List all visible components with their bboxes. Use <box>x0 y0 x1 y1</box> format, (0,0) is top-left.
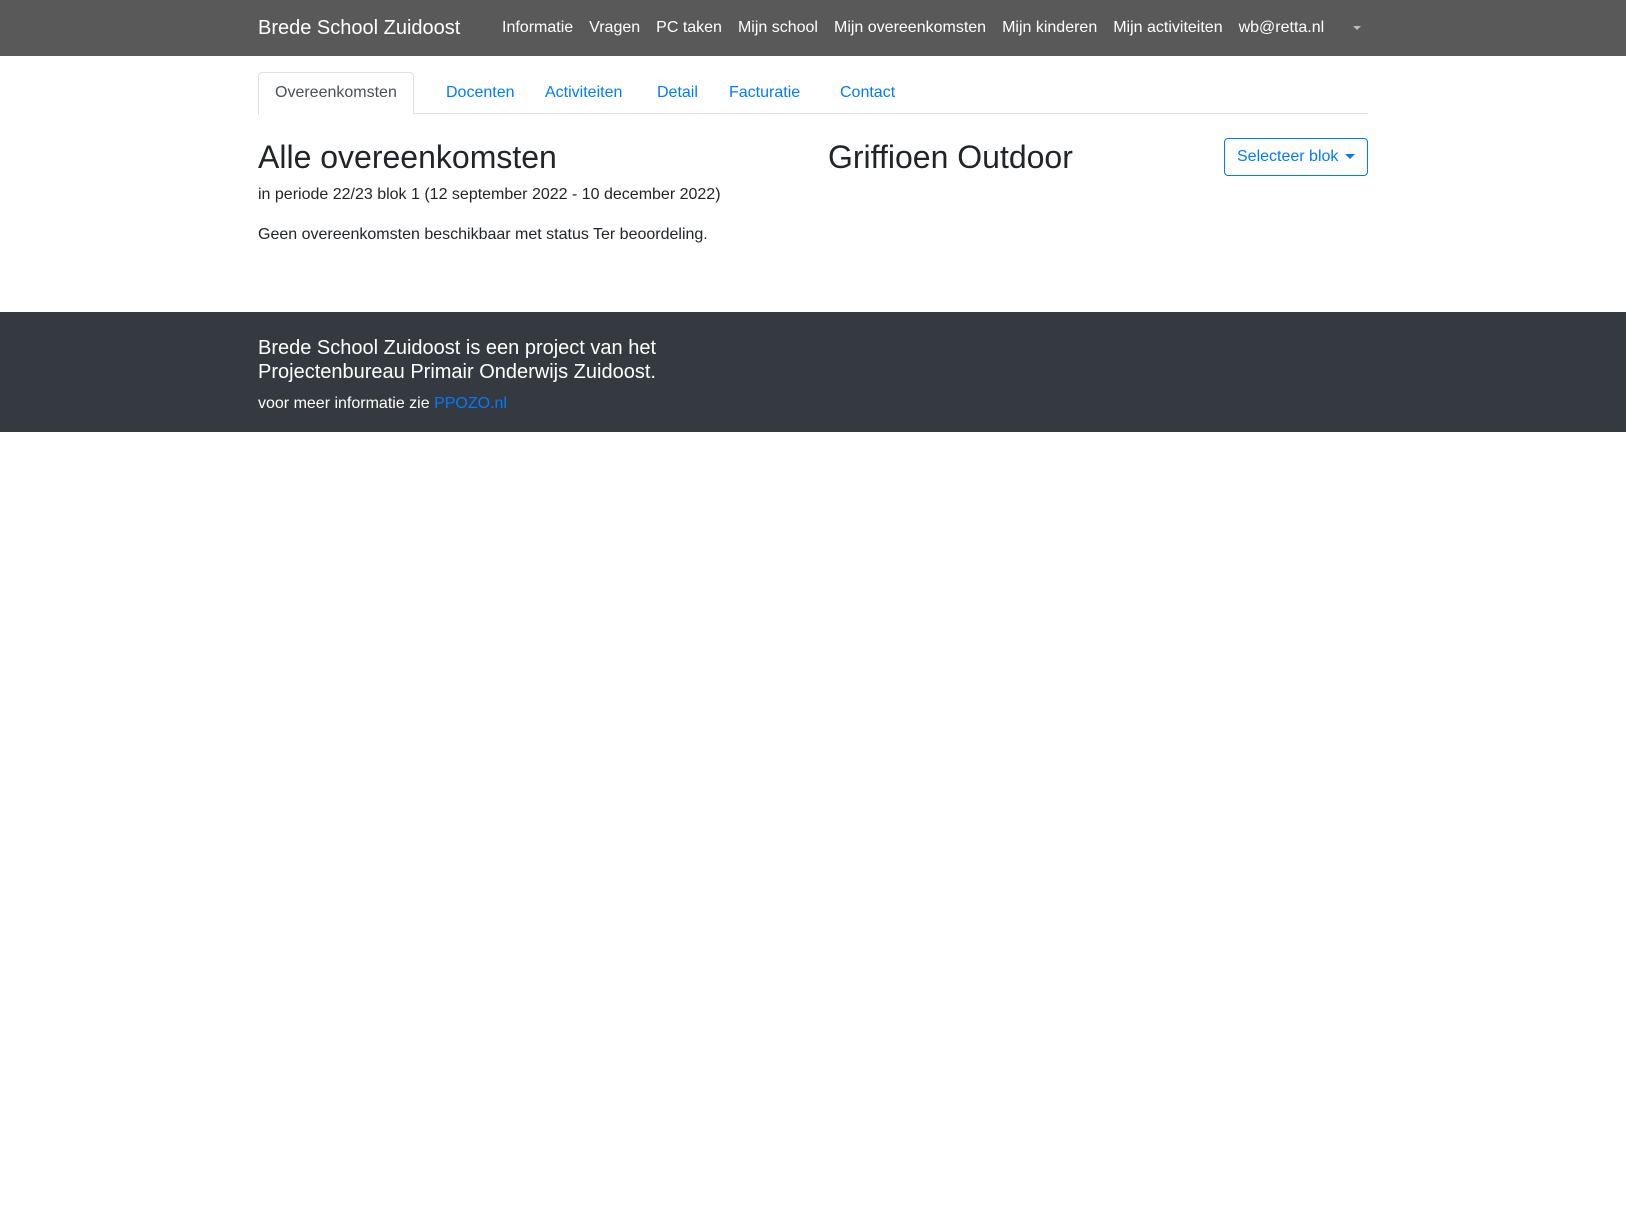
period-text: in periode 22/23 blok 1 (12 september 20… <box>258 186 721 203</box>
tab-bar: Overeenkomsten Docenten Activiteiten Det… <box>258 72 1368 115</box>
tab-facturatie[interactable]: Facturatie <box>713 72 816 114</box>
tab-activiteiten[interactable]: Activiteiten <box>529 72 638 114</box>
nav-item-vragen[interactable]: Vragen <box>581 16 648 40</box>
page-title: Alle overeenkomsten <box>258 139 557 175</box>
empty-state-message: Geen overeenkomsten beschikbaar met stat… <box>258 226 708 243</box>
footer-more-prefix: voor meer informatie zie <box>258 395 430 412</box>
nav-item-mijn-activiteiten[interactable]: Mijn activiteiten <box>1105 16 1230 40</box>
top-navbar: Brede School Zuidoost Informatie Vragen … <box>0 0 1626 56</box>
select-block-button[interactable]: Selecteer blok <box>1224 138 1368 176</box>
ppozo-link[interactable]: PPOZO.nl <box>434 395 507 412</box>
nav-item-mijn-kinderen[interactable]: Mijn kinderen <box>994 16 1105 40</box>
tab-detail[interactable]: Detail <box>641 72 714 114</box>
tab-contact[interactable]: Contact <box>824 72 911 114</box>
footer-tagline-2: Projectenbureau Primair Onderwijs Zuidoo… <box>258 361 656 383</box>
nav-item-informatie[interactable]: Informatie <box>494 16 581 40</box>
chevron-down-icon <box>1345 154 1355 160</box>
organization-title: Griffioen Outdoor <box>828 139 1073 175</box>
footer-tagline-1: Brede School Zuidoost is een project van… <box>258 337 657 359</box>
tab-overeenkomsten[interactable]: Overeenkomsten <box>258 72 414 115</box>
tab-docenten[interactable]: Docenten <box>430 72 531 114</box>
footer-more-info: voor meer informatie zie PPOZO.nl <box>258 394 507 414</box>
nav-item-mijn-overeenkomsten[interactable]: Mijn overeenkomsten <box>826 16 994 40</box>
brand-link[interactable]: Brede School Zuidoost <box>258 16 460 40</box>
nav-item-pc-taken[interactable]: PC taken <box>648 16 730 40</box>
nav-links: Informatie Vragen PC taken Mijn school M… <box>494 16 1332 40</box>
site-footer: Brede School Zuidoost is een project van… <box>0 312 1626 432</box>
nav-item-mijn-school[interactable]: Mijn school <box>730 16 826 40</box>
caret-down-icon[interactable] <box>1349 20 1365 36</box>
nav-item-user-email[interactable]: wb@retta.nl <box>1231 16 1333 40</box>
select-block-label: Selecteer blok <box>1237 148 1339 165</box>
